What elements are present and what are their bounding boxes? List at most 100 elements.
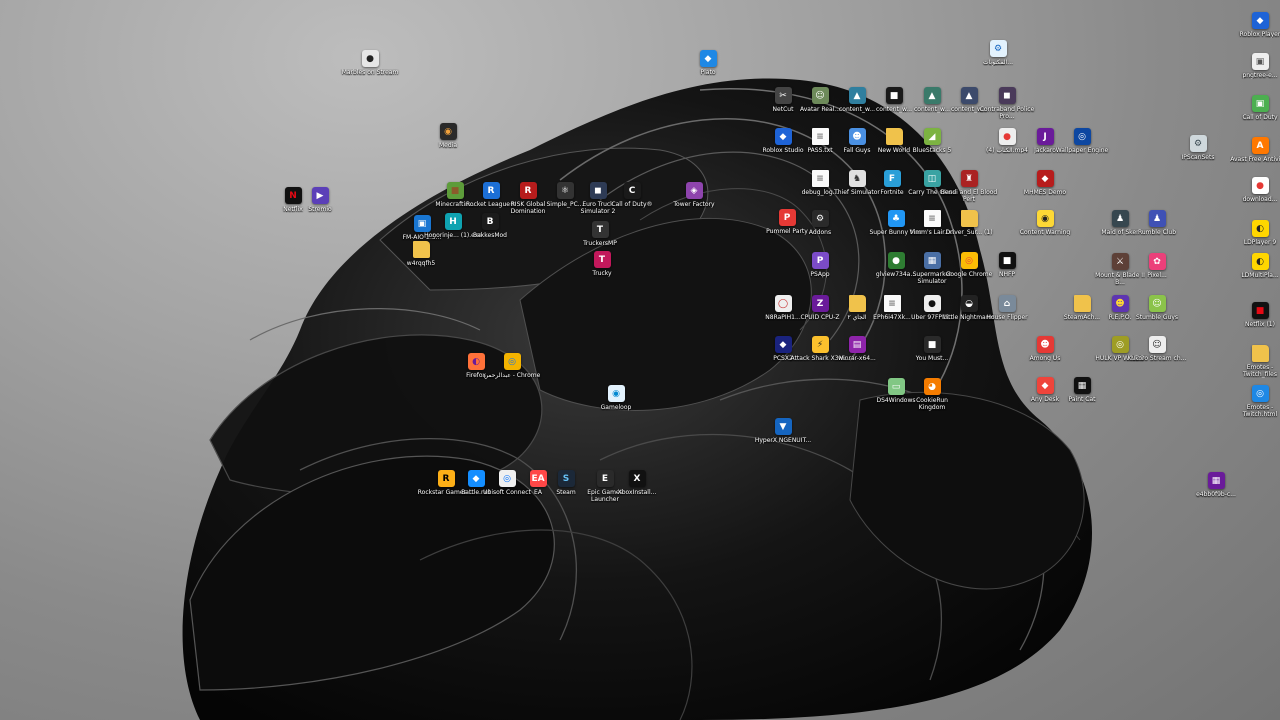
- desktop-icon-label: BakkesMod: [472, 232, 507, 239]
- desktop-icon[interactable]: ▦ Paint Cat: [1052, 377, 1112, 403]
- desktop-icon[interactable]: ■ Netflix (1): [1230, 302, 1280, 328]
- desktop-icon-label: e4bb0f9b-c...: [1196, 491, 1236, 498]
- desktop-icon[interactable]: X XboxInstall...: [607, 470, 667, 496]
- app-icon: F: [883, 170, 901, 187]
- desktop-icon-label: LDMultiPla...: [1241, 272, 1279, 279]
- app-icon: ◎: [960, 252, 978, 269]
- app-icon: ◆: [1251, 12, 1269, 29]
- desktop-icon[interactable]: ◕ CookieRun Kingdom: [902, 378, 962, 411]
- desktop-icon-label: Marbles on Stream: [341, 69, 399, 76]
- app-icon: ♜: [960, 170, 978, 187]
- app-icon: ≡: [811, 128, 829, 145]
- folder-icon: [1073, 295, 1091, 312]
- app-icon: ◈: [685, 182, 703, 199]
- desktop-icon-label: عبدالرحمن - Chrome: [483, 372, 541, 379]
- app-icon: ◫: [923, 170, 941, 187]
- app-icon: ≡: [811, 170, 829, 187]
- desktop-icon[interactable]: ◎ عبدالرحمن - Chrome: [482, 353, 542, 379]
- folder-icon: [960, 210, 978, 227]
- desktop-icon[interactable]: ✿ Pixel...: [1127, 253, 1187, 279]
- desktop-icon[interactable]: ◈ Tower Factory: [664, 182, 724, 208]
- desktop-icon[interactable]: ◉ Media: [418, 123, 478, 149]
- desktop-icon[interactable]: ☺ Kukoro Stream ch...: [1127, 336, 1187, 362]
- app-icon: ▦: [1073, 377, 1091, 394]
- desktop-icon[interactable]: ▣ Call of Duty: [1230, 95, 1280, 121]
- desktop-icon[interactable]: ◉ Content Warning: [1015, 210, 1075, 236]
- desktop-icon-label: Gameloop: [600, 404, 632, 411]
- desktop-icon[interactable]: ● download...: [1230, 177, 1280, 203]
- desktop-icon[interactable]: Driver_Sur... (1): [939, 210, 999, 236]
- desktop-icon[interactable]: ☺ Stumble Guys: [1127, 295, 1187, 321]
- desktop-icon[interactable]: ⚙ IPScanSets: [1168, 135, 1228, 161]
- app-icon: ■: [1251, 302, 1269, 319]
- app-icon: ♟: [1111, 210, 1129, 227]
- desktop-icon-label: MHMES Demo: [1023, 189, 1067, 196]
- app-icon: ◎: [1073, 128, 1091, 145]
- desktop-icon[interactable]: ■ NHFP: [977, 252, 1037, 278]
- app-icon: ⌂: [998, 295, 1016, 312]
- folder-icon: [885, 128, 903, 145]
- desktop-icon[interactable]: B BakkesMod: [460, 213, 520, 239]
- desktop-icon[interactable]: ◆ Plato: [678, 50, 738, 76]
- desktop-icon-label: Emotes - Twitch.html: [1242, 404, 1278, 418]
- desktop-icon[interactable]: ● الكتاب (4).mp4: [977, 128, 1037, 154]
- app-icon: ◯: [774, 295, 792, 312]
- desktop-icon[interactable]: P PSApp: [790, 252, 850, 278]
- desktop-icon-label: Tower Factory: [673, 201, 715, 208]
- app-icon: ◎: [1251, 385, 1269, 402]
- desktop-icon-label: Avast Free Antivirus: [1230, 156, 1280, 163]
- desktop-icon[interactable]: C Call of Duty®: [602, 182, 662, 208]
- desktop-icon[interactable]: T TruckersMP: [570, 221, 630, 247]
- desktop-icon[interactable]: A Avast Free Antivirus: [1230, 137, 1280, 163]
- desktop-icon[interactable]: ▣ pngtree-e...: [1230, 53, 1280, 79]
- desktop-icon[interactable]: ◎ Emotes - Twitch.html: [1230, 385, 1280, 418]
- desktop-icon[interactable]: ◆ Roblox Player: [1230, 12, 1280, 38]
- app-icon: B: [481, 213, 499, 230]
- desktop-icon-label: Among Us: [1029, 355, 1061, 362]
- desktop-icon-label: Addons: [808, 229, 832, 236]
- desktop-icon[interactable]: ⚙ Addons: [790, 210, 850, 236]
- desktop-icon-label: BlueStacks 5: [912, 147, 952, 154]
- desktop-icon[interactable]: ■ You Must...: [902, 336, 962, 362]
- desktop-icon[interactable]: ◢ BlueStacks 5: [902, 128, 962, 154]
- app-icon: ⚙: [989, 40, 1007, 57]
- desktop-icon-label: CookieRun Kingdom: [916, 397, 948, 411]
- desktop-icon[interactable]: ◼ Contraband Police Pro...: [977, 87, 1037, 120]
- desktop-icon[interactable]: ◉ Gameloop: [586, 385, 646, 411]
- desktop-icon[interactable]: ⌂ House Flipper: [977, 295, 1037, 321]
- desktop-icon[interactable]: ▦ e4bb0f9b-c...: [1186, 472, 1246, 498]
- app-icon: ◐: [1251, 220, 1269, 237]
- desktop-icon[interactable]: ▶ Stremio: [290, 187, 350, 213]
- app-icon: ▦: [923, 252, 941, 269]
- app-icon: ☻: [848, 128, 866, 145]
- desktop-icon[interactable]: ● Marbles on Stream: [340, 50, 400, 76]
- desktop-icon[interactable]: ▤ winrar-x64...: [827, 336, 887, 362]
- desktop-icon-label: Call of Duty: [1242, 114, 1278, 121]
- desktop-icon[interactable]: T Trucky: [572, 251, 632, 277]
- desktop-icon[interactable]: ☻ Among Us: [1015, 336, 1075, 362]
- desktop-icon[interactable]: ◎ Wallpaper Engine: [1052, 128, 1112, 154]
- desktop-icon[interactable]: w4rqqfh5: [391, 241, 451, 267]
- app-icon: ■: [998, 252, 1016, 269]
- desktop-icon[interactable]: ▼ HyperX NGENUIT...: [753, 418, 813, 444]
- desktop-icon[interactable]: ◆ MHMES Demo: [1015, 170, 1075, 196]
- desktop-icon[interactable]: Emotes - Twitch_files: [1230, 345, 1280, 378]
- app-icon: ✿: [1148, 253, 1166, 270]
- desktop-icon-label: Wallpaper Engine: [1055, 147, 1109, 154]
- desktop-icon-label: pngtree-e...: [1242, 72, 1278, 79]
- app-icon: T: [591, 221, 609, 238]
- desktop-icon-label: HyperX NGENUIT...: [754, 437, 812, 444]
- desktop-icon-label: IPScanSets: [1181, 154, 1215, 161]
- desktop-icon[interactable]: ◐ LDPlayer 9: [1230, 220, 1280, 246]
- desktop-icon[interactable]: ♟ Rumble Club: [1127, 210, 1187, 236]
- app-icon: ●: [361, 50, 379, 67]
- app-icon: ⚙: [1189, 135, 1207, 152]
- desktop-icon[interactable]: ⚙ المكتوبات...: [968, 40, 1028, 66]
- desktop-icon[interactable]: ♜ Bendi and El Blood Pert: [939, 170, 999, 203]
- desktop-icon-label: w4rqqfh5: [406, 260, 436, 267]
- app-icon: ▶: [311, 187, 329, 204]
- desktop-icon[interactable]: ◐ LDMultiPla...: [1230, 253, 1280, 279]
- folder-icon: [1251, 345, 1269, 362]
- desktop-icon-label: Call of Duty®: [611, 201, 653, 208]
- app-icon: R: [482, 182, 500, 199]
